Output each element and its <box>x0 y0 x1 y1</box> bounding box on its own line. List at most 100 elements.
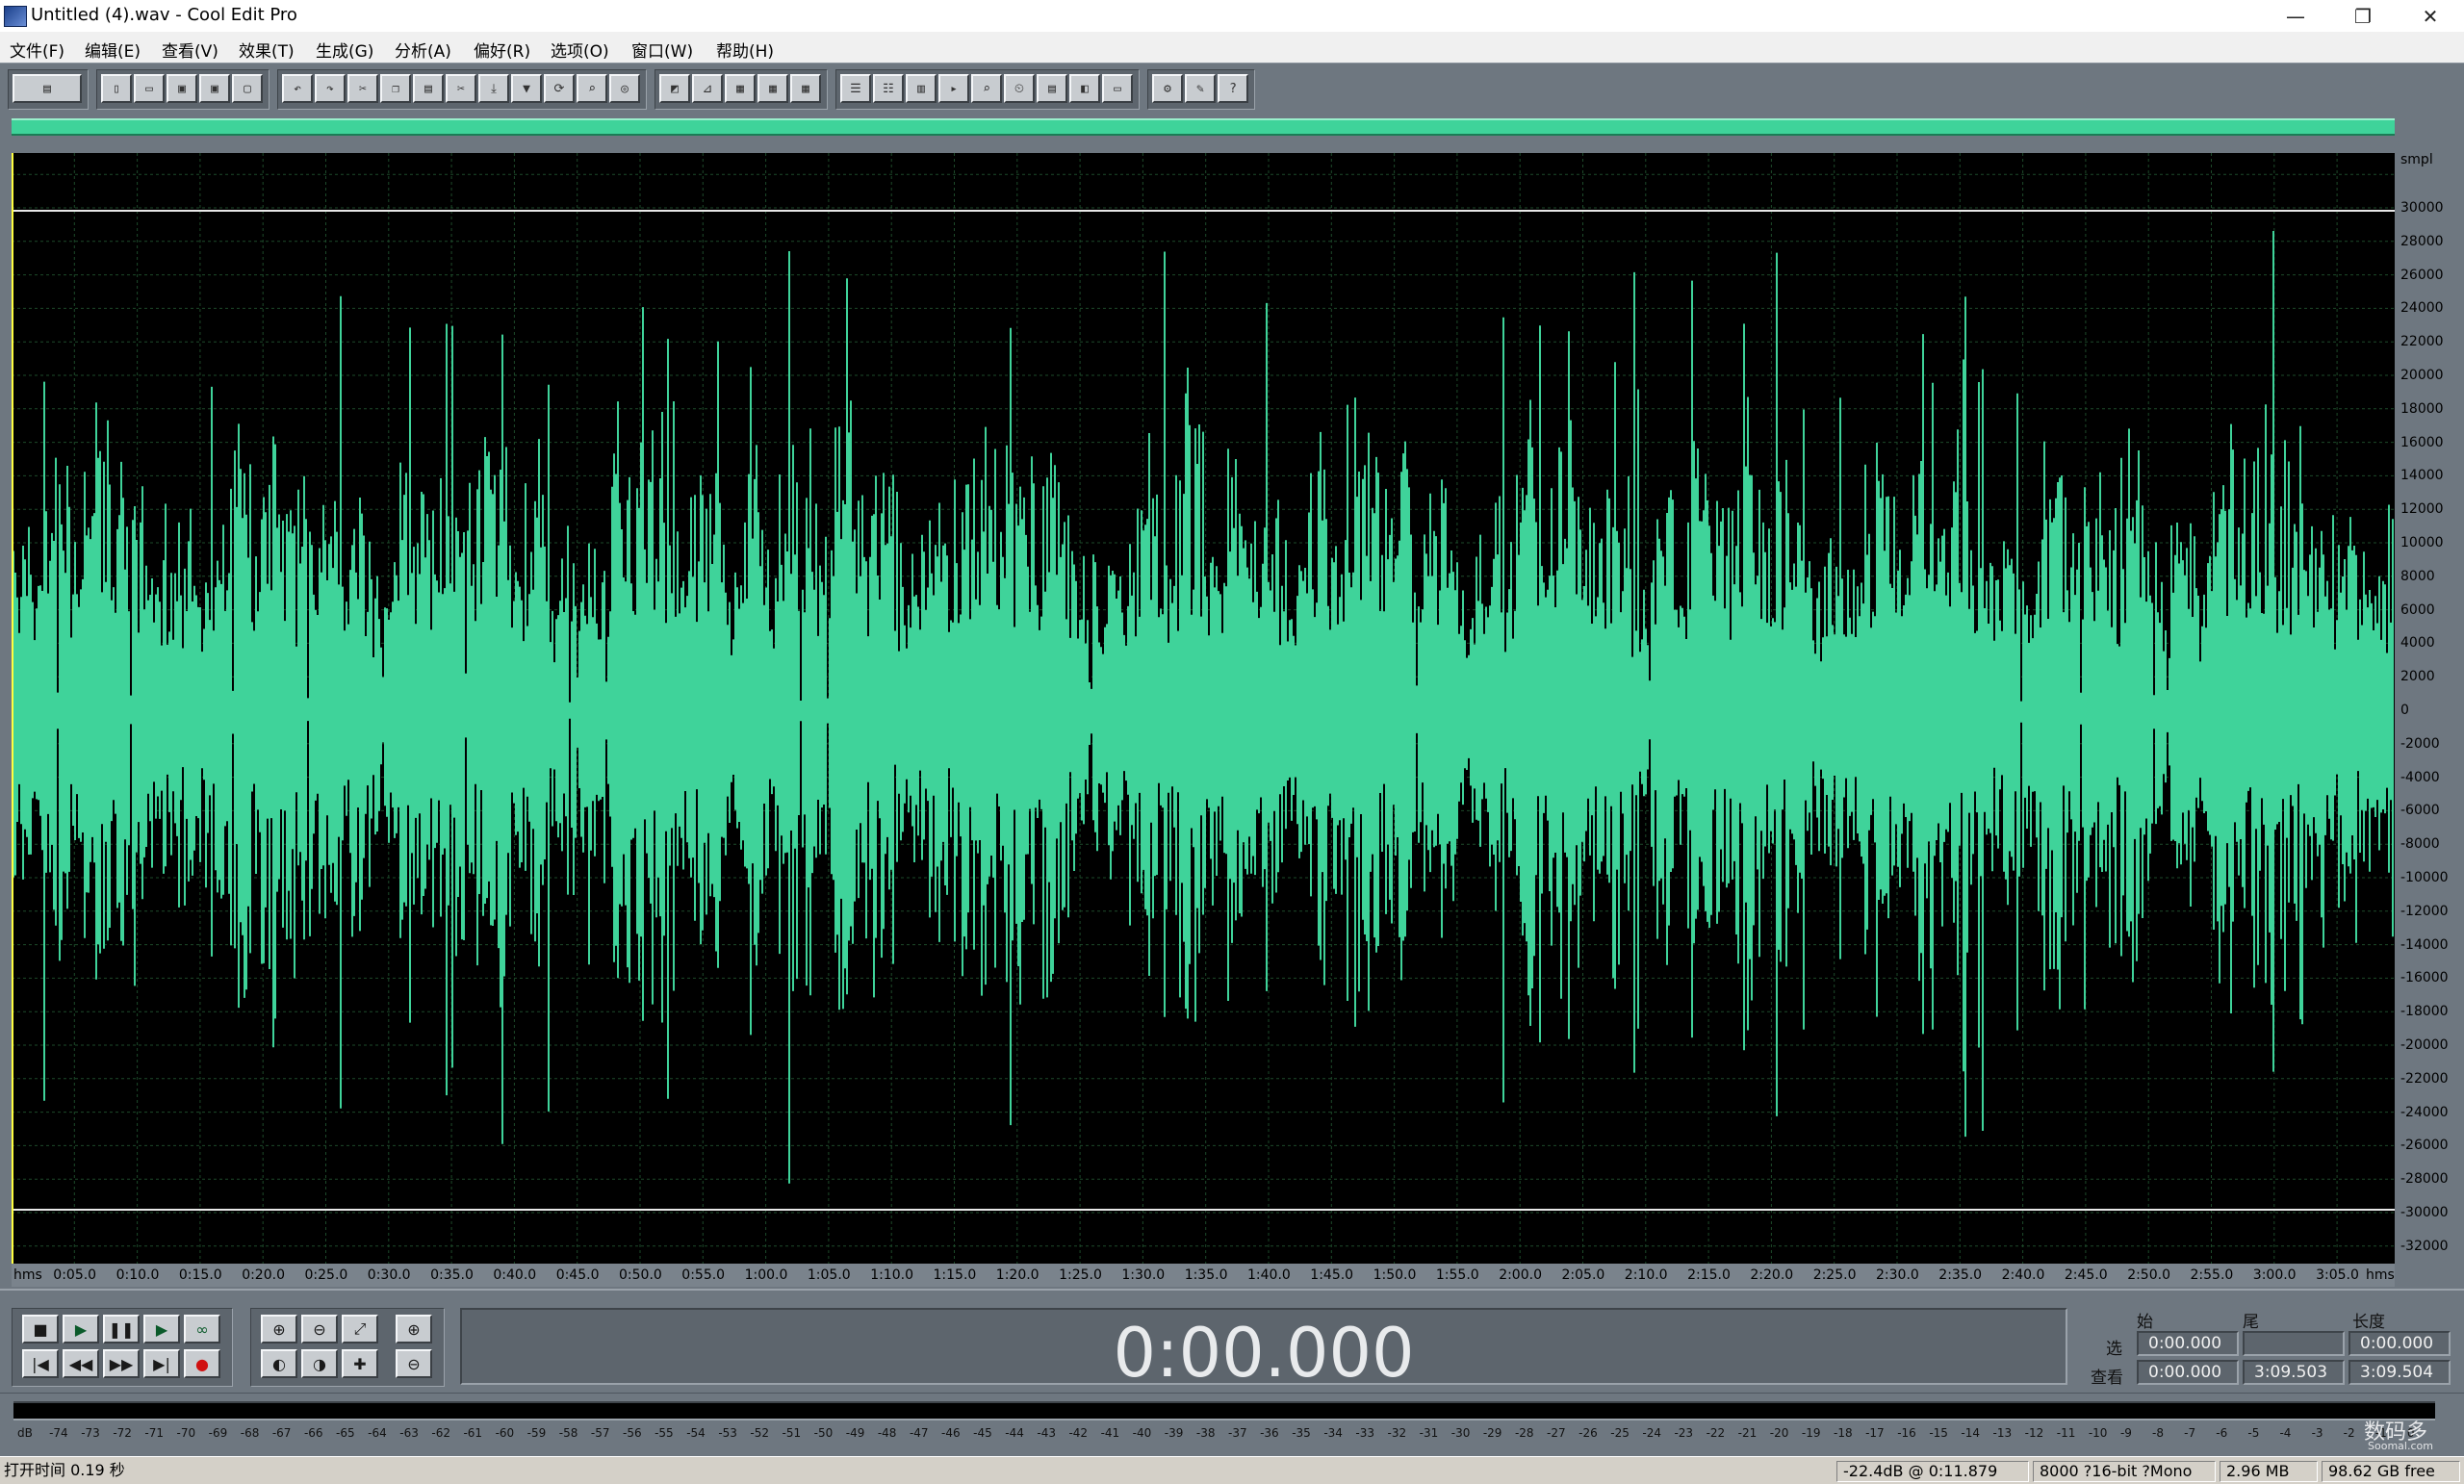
marker-icon[interactable]: ▼ <box>511 74 542 103</box>
db-scale-label: -71 <box>144 1426 165 1440</box>
status-size: 2.96 MB <box>2220 1461 2318 1482</box>
spectral-view-icon[interactable]: ⊿ <box>692 74 723 103</box>
db-scale-label: -58 <box>558 1426 578 1440</box>
loop-icon[interactable]: ⟳ <box>544 74 575 103</box>
overview-range[interactable] <box>12 118 2395 136</box>
toolbar-group: ▤ <box>8 69 89 110</box>
amplitude-tick-label: 12000 <box>2400 501 2444 518</box>
find-icon[interactable]: ⌕ <box>577 74 607 103</box>
menu-options[interactable]: 选项(O) <box>551 38 609 62</box>
db-scale-label: -10 <box>2088 1426 2108 1440</box>
info-icon[interactable]: ▥ <box>906 74 937 103</box>
selection-end-field[interactable] <box>2243 1331 2345 1356</box>
time-tick-label: 0:40.0 <box>493 1267 537 1283</box>
close-button[interactable]: ✕ <box>2397 0 2464 32</box>
title-bar: Untitled (4).wav - Cool Edit Pro — ❐ ✕ <box>0 0 2464 33</box>
zoom-right-button[interactable]: ◑ <box>301 1349 338 1378</box>
mix-paste-icon[interactable]: ⤓ <box>478 74 509 103</box>
menu-file[interactable]: 文件(F) <box>10 38 64 62</box>
close-file-icon[interactable]: ▢ <box>232 74 263 103</box>
db-scale-label: -72 <box>113 1426 132 1440</box>
time-tick-label: 2:35.0 <box>1938 1267 1983 1283</box>
go-to-start-button[interactable]: |◀ <box>22 1349 59 1378</box>
amplitude-unit: smpl <box>2400 152 2433 167</box>
minimize-button[interactable]: — <box>2262 0 2329 32</box>
zoom-selection-button[interactable]: ✚ <box>342 1349 378 1378</box>
zoom-left-button[interactable]: ◐ <box>261 1349 297 1378</box>
zoom-in-vertical-button[interactable]: ⊕ <box>396 1315 432 1343</box>
zoom-out-button[interactable]: ⊖ <box>301 1315 338 1343</box>
amplitude-tick-label: -20000 <box>2400 1037 2449 1053</box>
save-icon[interactable]: ▣ <box>167 74 197 103</box>
data-icon[interactable]: ▤ <box>1037 74 1067 103</box>
rewind-button[interactable]: ◀◀ <box>63 1349 99 1378</box>
window-title: Untitled (4).wav - Cool Edit Pro <box>31 5 297 25</box>
trim-icon[interactable]: ✂ <box>446 74 476 103</box>
open-file-icon[interactable]: ▭ <box>134 74 165 103</box>
cue-list-icon[interactable]: ☰ <box>840 74 871 103</box>
menu-favorites[interactable]: 偏好(R) <box>474 38 530 62</box>
stop-button[interactable]: ■ <box>22 1315 59 1343</box>
menu-edit[interactable]: 编辑(E) <box>85 38 141 62</box>
time-format-icon[interactable]: ⏲ <box>1004 74 1035 103</box>
db-scale-label: -53 <box>718 1426 737 1440</box>
tips-icon[interactable]: ✎ <box>1185 74 1216 103</box>
grid-3-icon[interactable]: ▦ <box>790 74 821 103</box>
play-button[interactable]: ▶ <box>63 1315 99 1343</box>
waveform-view-icon[interactable]: ◩ <box>659 74 690 103</box>
menu-window[interactable]: 窗口(W) <box>631 38 693 62</box>
db-scale-label: -48 <box>877 1426 897 1440</box>
multitrack-toggle-icon[interactable]: ▤ <box>13 74 82 103</box>
menu-analyze[interactable]: 分析(A) <box>395 38 451 62</box>
help-icon[interactable]: ? <box>1218 74 1248 103</box>
tile-icon[interactable]: ▭ <box>1102 74 1133 103</box>
restore-button[interactable]: ❐ <box>2329 0 2397 32</box>
play-to-end-button[interactable]: ▶ <box>143 1315 180 1343</box>
loop-button[interactable]: ∞ <box>184 1315 220 1343</box>
go-to-end-button[interactable]: ▶| <box>143 1349 180 1378</box>
view-length-field[interactable]: 3:09.504 <box>2348 1360 2451 1385</box>
play-list-icon[interactable]: ☷ <box>873 74 904 103</box>
zoom-out-vertical-button[interactable]: ⊖ <box>396 1349 432 1378</box>
zoom-in-button[interactable]: ⊕ <box>261 1315 297 1343</box>
zoom-full-button[interactable]: ⤢ <box>342 1315 378 1343</box>
time-tick-label: 1:50.0 <box>1373 1267 1417 1283</box>
new-file-icon[interactable]: ▯ <box>101 74 132 103</box>
menu-generate[interactable]: 生成(G) <box>316 38 373 62</box>
cut-icon[interactable]: ✂ <box>347 74 378 103</box>
play-range-icon[interactable]: ▸ <box>938 74 969 103</box>
fast-forward-button[interactable]: ▶▶ <box>103 1349 140 1378</box>
save-as-icon[interactable]: ▣ <box>199 74 230 103</box>
waveform-display[interactable] <box>12 153 2395 1264</box>
waveform-panel: smpl 30000 28000 26000 24000 22000 20000 18000 1… <box>0 143 2464 1289</box>
grid-icon[interactable]: ▦ <box>725 74 756 103</box>
db-scale-label: -25 <box>1610 1426 1630 1440</box>
menu-view[interactable]: 查看(V) <box>162 38 218 62</box>
grid-2-icon[interactable]: ▦ <box>757 74 788 103</box>
undo-icon[interactable]: ↶ <box>282 74 313 103</box>
redo-icon[interactable]: ↷ <box>315 74 346 103</box>
db-scale-label: -67 <box>271 1426 292 1440</box>
status-free-space: 98.62 GB free <box>2322 1461 2460 1482</box>
menu-effects[interactable]: 效果(T) <box>239 38 295 62</box>
settings-icon[interactable]: ⚙ <box>1152 74 1183 103</box>
color-icon[interactable]: ◧ <box>1069 74 1100 103</box>
paste-icon[interactable]: ▤ <box>413 74 444 103</box>
db-scale-label: -69 <box>208 1426 228 1440</box>
db-scale-label: -23 <box>1674 1426 1694 1440</box>
scan-icon[interactable]: ◎ <box>609 74 640 103</box>
record-button[interactable]: ● <box>184 1349 220 1378</box>
view-end-field[interactable]: 3:09.503 <box>2243 1360 2345 1385</box>
selection-begin-field[interactable]: 0:00.000 <box>2137 1331 2239 1356</box>
menu-help[interactable]: 帮助(H) <box>716 38 774 62</box>
toolbar-group: ◩ ⊿ ▦ ▦ ▦ <box>654 69 828 110</box>
transport-controls: ■ ▶ ❚❚ ▶ ∞ |◀ ◀◀ ▶▶ ▶| ● <box>12 1308 233 1387</box>
zoom-icon[interactable]: ⌕ <box>971 74 1002 103</box>
time-unit-left: hms <box>13 1267 42 1283</box>
amplitude-tick-label: 0 <box>2400 703 2409 718</box>
selection-length-field[interactable]: 0:00.000 <box>2348 1331 2451 1356</box>
view-begin-field[interactable]: 0:00.000 <box>2137 1360 2239 1385</box>
copy-icon[interactable]: ❐ <box>380 74 411 103</box>
time-tick-label: 3:00.0 <box>2252 1267 2297 1283</box>
pause-button[interactable]: ❚❚ <box>103 1315 140 1343</box>
